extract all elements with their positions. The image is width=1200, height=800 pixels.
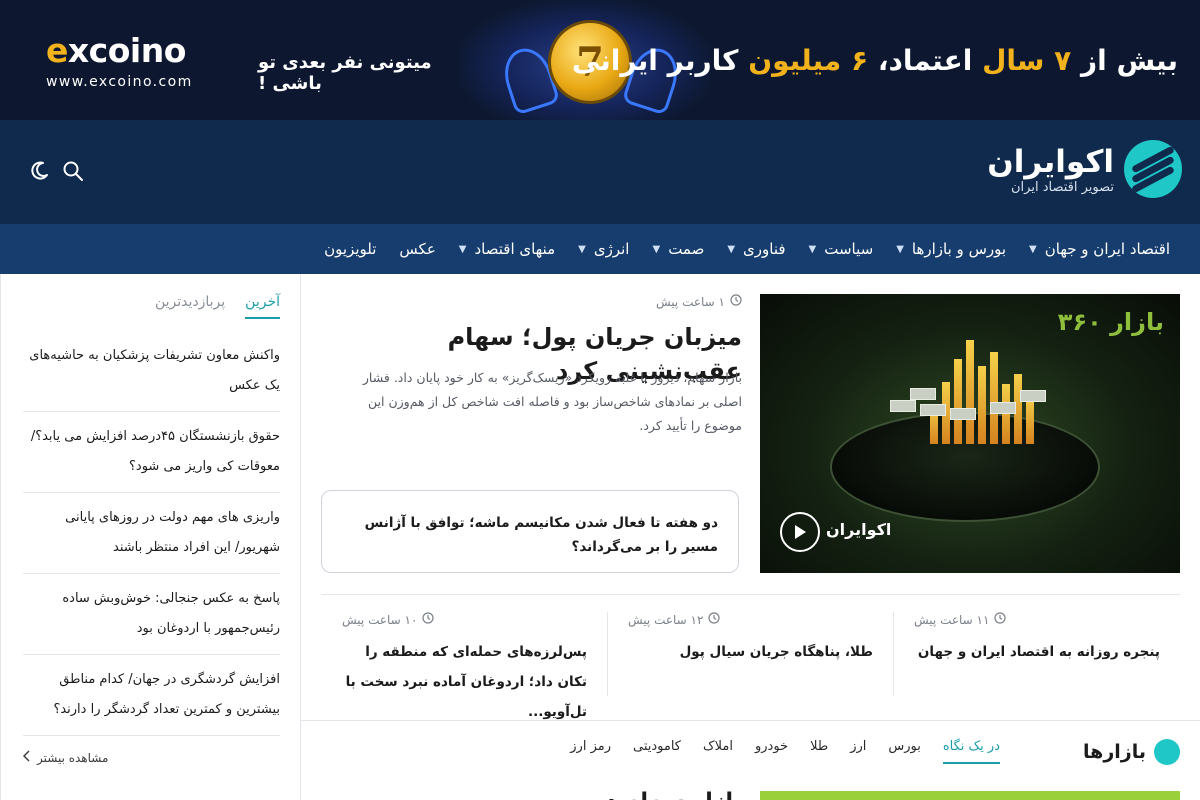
chevron-down-icon: ▼: [458, 243, 467, 255]
site-header: اکوایران تصویر اقتصاد ایران: [0, 120, 1200, 224]
nav-item[interactable]: سیاست ▼: [809, 240, 874, 258]
main-content: بازار ۳۶۰ اکوایران ۱ ساعت پیش میزبان جری…: [301, 274, 1200, 720]
nav-item[interactable]: عکس: [399, 240, 435, 258]
nav-item[interactable]: اقتصاد ایران و جهان ▼: [1029, 240, 1170, 258]
markets-tab[interactable]: ارز: [850, 739, 866, 764]
ecoiran-logo-icon: [1124, 140, 1182, 198]
sidebar-tabs: آخرین پربازدیدترین: [23, 294, 280, 319]
mini-news-time-label: ۱۰ ساعت پیش: [342, 612, 418, 627]
image-watermark: بازار ۳۶۰: [1057, 308, 1164, 336]
nav-item-label: انرژی: [593, 240, 630, 258]
sidebar-news-item[interactable]: واریزی های مهم دولت در روزهای پایانی شهر…: [23, 493, 280, 574]
banner-headline: بیش از ۷ سال اعتماد، ۶ میلیون کاربر ایرا…: [571, 44, 1178, 77]
banner-subline: میتونی نفر بعدی تو باشی !: [258, 52, 432, 94]
top-ad-banner[interactable]: excoino www.excoino.com میتونی نفر بعدی …: [0, 0, 1200, 120]
feature-image[interactable]: بازار ۳۶۰ اکوایران: [760, 294, 1180, 573]
markets-tab[interactable]: طلا: [810, 739, 828, 764]
clock-icon: [708, 612, 721, 627]
sidebar-list: واکنش معاون تشریفات پزشکیان به حاشیه‌های…: [23, 331, 280, 736]
sidebar-news-item[interactable]: واکنش معاون تشریفات پزشکیان به حاشیه‌های…: [23, 331, 280, 412]
nav-item-label: سیاست: [824, 240, 874, 258]
site-name: اکوایران: [987, 143, 1114, 180]
chevron-left-icon: [22, 750, 31, 765]
markets-heading: بازارها: [1083, 739, 1180, 765]
nav-item[interactable]: تلویزیون: [324, 240, 376, 258]
chart-bars: [910, 304, 1070, 444]
feature-description: بازار سهام، دیروز با غلبه رویکرد «ریسک‌گ…: [362, 370, 742, 433]
chevron-down-icon: ▼: [808, 243, 817, 255]
markets-title: بازارها: [1083, 741, 1146, 763]
nav-item-label: فناوری: [743, 240, 786, 258]
mini-news-item[interactable]: ۱۱ ساعت پیش پنجره روزانه به اقتصاد ایران …: [894, 612, 1180, 696]
sidebar-tab[interactable]: پربازدیدترین: [155, 294, 225, 319]
markets-tab[interactable]: املاک: [703, 739, 733, 764]
mini-news-time-label: ۱۲ ساعت پیش: [628, 612, 704, 627]
markets-section: بازارها در یک نگاه بورس ارز طلا خودرو املاک کا…: [301, 720, 1200, 800]
excoino-url: www.excoino.com: [46, 74, 193, 90]
image-brand: اکوایران: [826, 520, 892, 539]
nav-item-label: تلویزیون: [324, 240, 377, 258]
mini-news-row: ۱۱ ساعت پیش پنجره روزانه به اقتصاد ایران …: [321, 612, 1180, 720]
clock-icon: [730, 294, 742, 309]
markets-logo-icon: [1154, 739, 1180, 765]
chevron-down-icon: ▼: [727, 243, 736, 255]
nav-item-label: اقتصاد ایران و جهان: [1044, 240, 1170, 258]
mini-news-time: ۱۲ ساعت پیش: [628, 612, 873, 627]
markets-tabs: در یک نگاه بورس ارز طلا خودرو املاک کامودیتی رم…: [570, 739, 1000, 764]
mini-news-time: ۱۰ ساعت پیش: [342, 612, 587, 627]
excoino-wordmark: excoino: [46, 31, 186, 70]
play-icon[interactable]: [780, 512, 820, 552]
sidebar-tab[interactable]: آخرین: [245, 294, 280, 319]
related-news-card[interactable]: دو هفته تا فعال شدن مکانیسم ماشه؛ توافق …: [321, 490, 739, 573]
feature-time: ۱ ساعت پیش: [656, 294, 742, 309]
nav-item[interactable]: صمت ▼: [652, 240, 704, 258]
moon-icon[interactable]: [26, 158, 52, 184]
clock-icon: [422, 612, 435, 627]
nav-item[interactable]: بورس و بازارها ▼: [896, 240, 1006, 258]
search-icon[interactable]: [60, 158, 86, 184]
sidebar-news-item[interactable]: حقوق بازنشستگان ۴۵درصد افزایش می یابد؟/ …: [23, 412, 280, 493]
markets-tab[interactable]: بورس: [888, 739, 920, 764]
nav-item[interactable]: فناوری ▼: [727, 240, 785, 258]
chevron-down-icon: ▼: [578, 243, 586, 255]
main-nav: اقتصاد ایران و جهان ▼ بورس و بازارها ▼ سیاست…: [0, 224, 1200, 274]
chevron-down-icon: ▼: [652, 243, 661, 255]
site-logo[interactable]: اکوایران تصویر اقتصاد ایران: [987, 140, 1182, 198]
mini-news-title: پنجره روزانه به اقتصاد ایران و جهان: [917, 644, 1160, 660]
site-tagline: تصویر اقتصاد ایران: [1011, 179, 1114, 195]
markets-tab[interactable]: خودرو: [755, 739, 788, 764]
chevron-down-icon: ▼: [1029, 243, 1037, 255]
markets-headline[interactable]: بازار سهام در ...: [560, 789, 742, 800]
feature-time-label: ۱ ساعت پیش: [656, 294, 725, 309]
clock-icon: [994, 612, 1007, 627]
nav-item-label: عکس: [399, 240, 436, 258]
sidebar-news-item[interactable]: پاسخ به عکس جنجالی: خوش‌وبش ساده رئیس‌جم…: [23, 574, 280, 655]
see-more-label: مشاهده بیشتر: [37, 750, 109, 765]
markets-tab[interactable]: در یک نگاه: [942, 739, 1000, 764]
nav-item[interactable]: انرژی ▼: [578, 240, 629, 258]
markets-tab[interactable]: کامودیتی: [633, 739, 681, 764]
nav-item-label: صمت: [668, 240, 705, 258]
mini-news-time-label: ۱۱ ساعت پیش: [914, 612, 990, 627]
nav-list: اقتصاد ایران و جهان ▼ بورس و بازارها ▼ سیاست…: [0, 224, 1200, 274]
divider: [321, 594, 1180, 595]
mini-news-title: پس‌لرزه‌های حمله‌ای که منطقه را تکان داد…: [345, 644, 587, 720]
mini-news-item[interactable]: ۱۲ ساعت پیش طلا، پناهگاه جریان سیال پول: [608, 612, 894, 696]
nav-item[interactable]: منهای اقتصاد ▼: [459, 240, 555, 258]
see-more-link[interactable]: مشاهده بیشتر: [22, 750, 280, 765]
markets-image: [760, 791, 1180, 800]
chevron-down-icon: ▼: [896, 243, 904, 255]
mini-news-title: طلا، پناهگاه جریان سیال پول: [679, 644, 873, 660]
latest-news-sidebar: آخرین پربازدیدترین واکنش معاون تشریفات پز…: [0, 274, 301, 800]
excoino-logo[interactable]: excoino www.excoino.com: [46, 31, 193, 91]
nav-item-label: بورس و بازارها: [911, 240, 1007, 258]
mini-news-time: ۱۱ ساعت پیش: [914, 612, 1160, 627]
sidebar-news-item[interactable]: افزایش گردشگری در جهان/ کدام مناطق بیشتر…: [23, 655, 280, 736]
nav-item-label: منهای اقتصاد: [474, 240, 556, 258]
mini-news-item[interactable]: ۱۰ ساعت پیش پس‌لرزه‌های حمله‌ای که منطقه …: [322, 612, 608, 720]
markets-tab[interactable]: رمز ارز: [570, 739, 611, 764]
